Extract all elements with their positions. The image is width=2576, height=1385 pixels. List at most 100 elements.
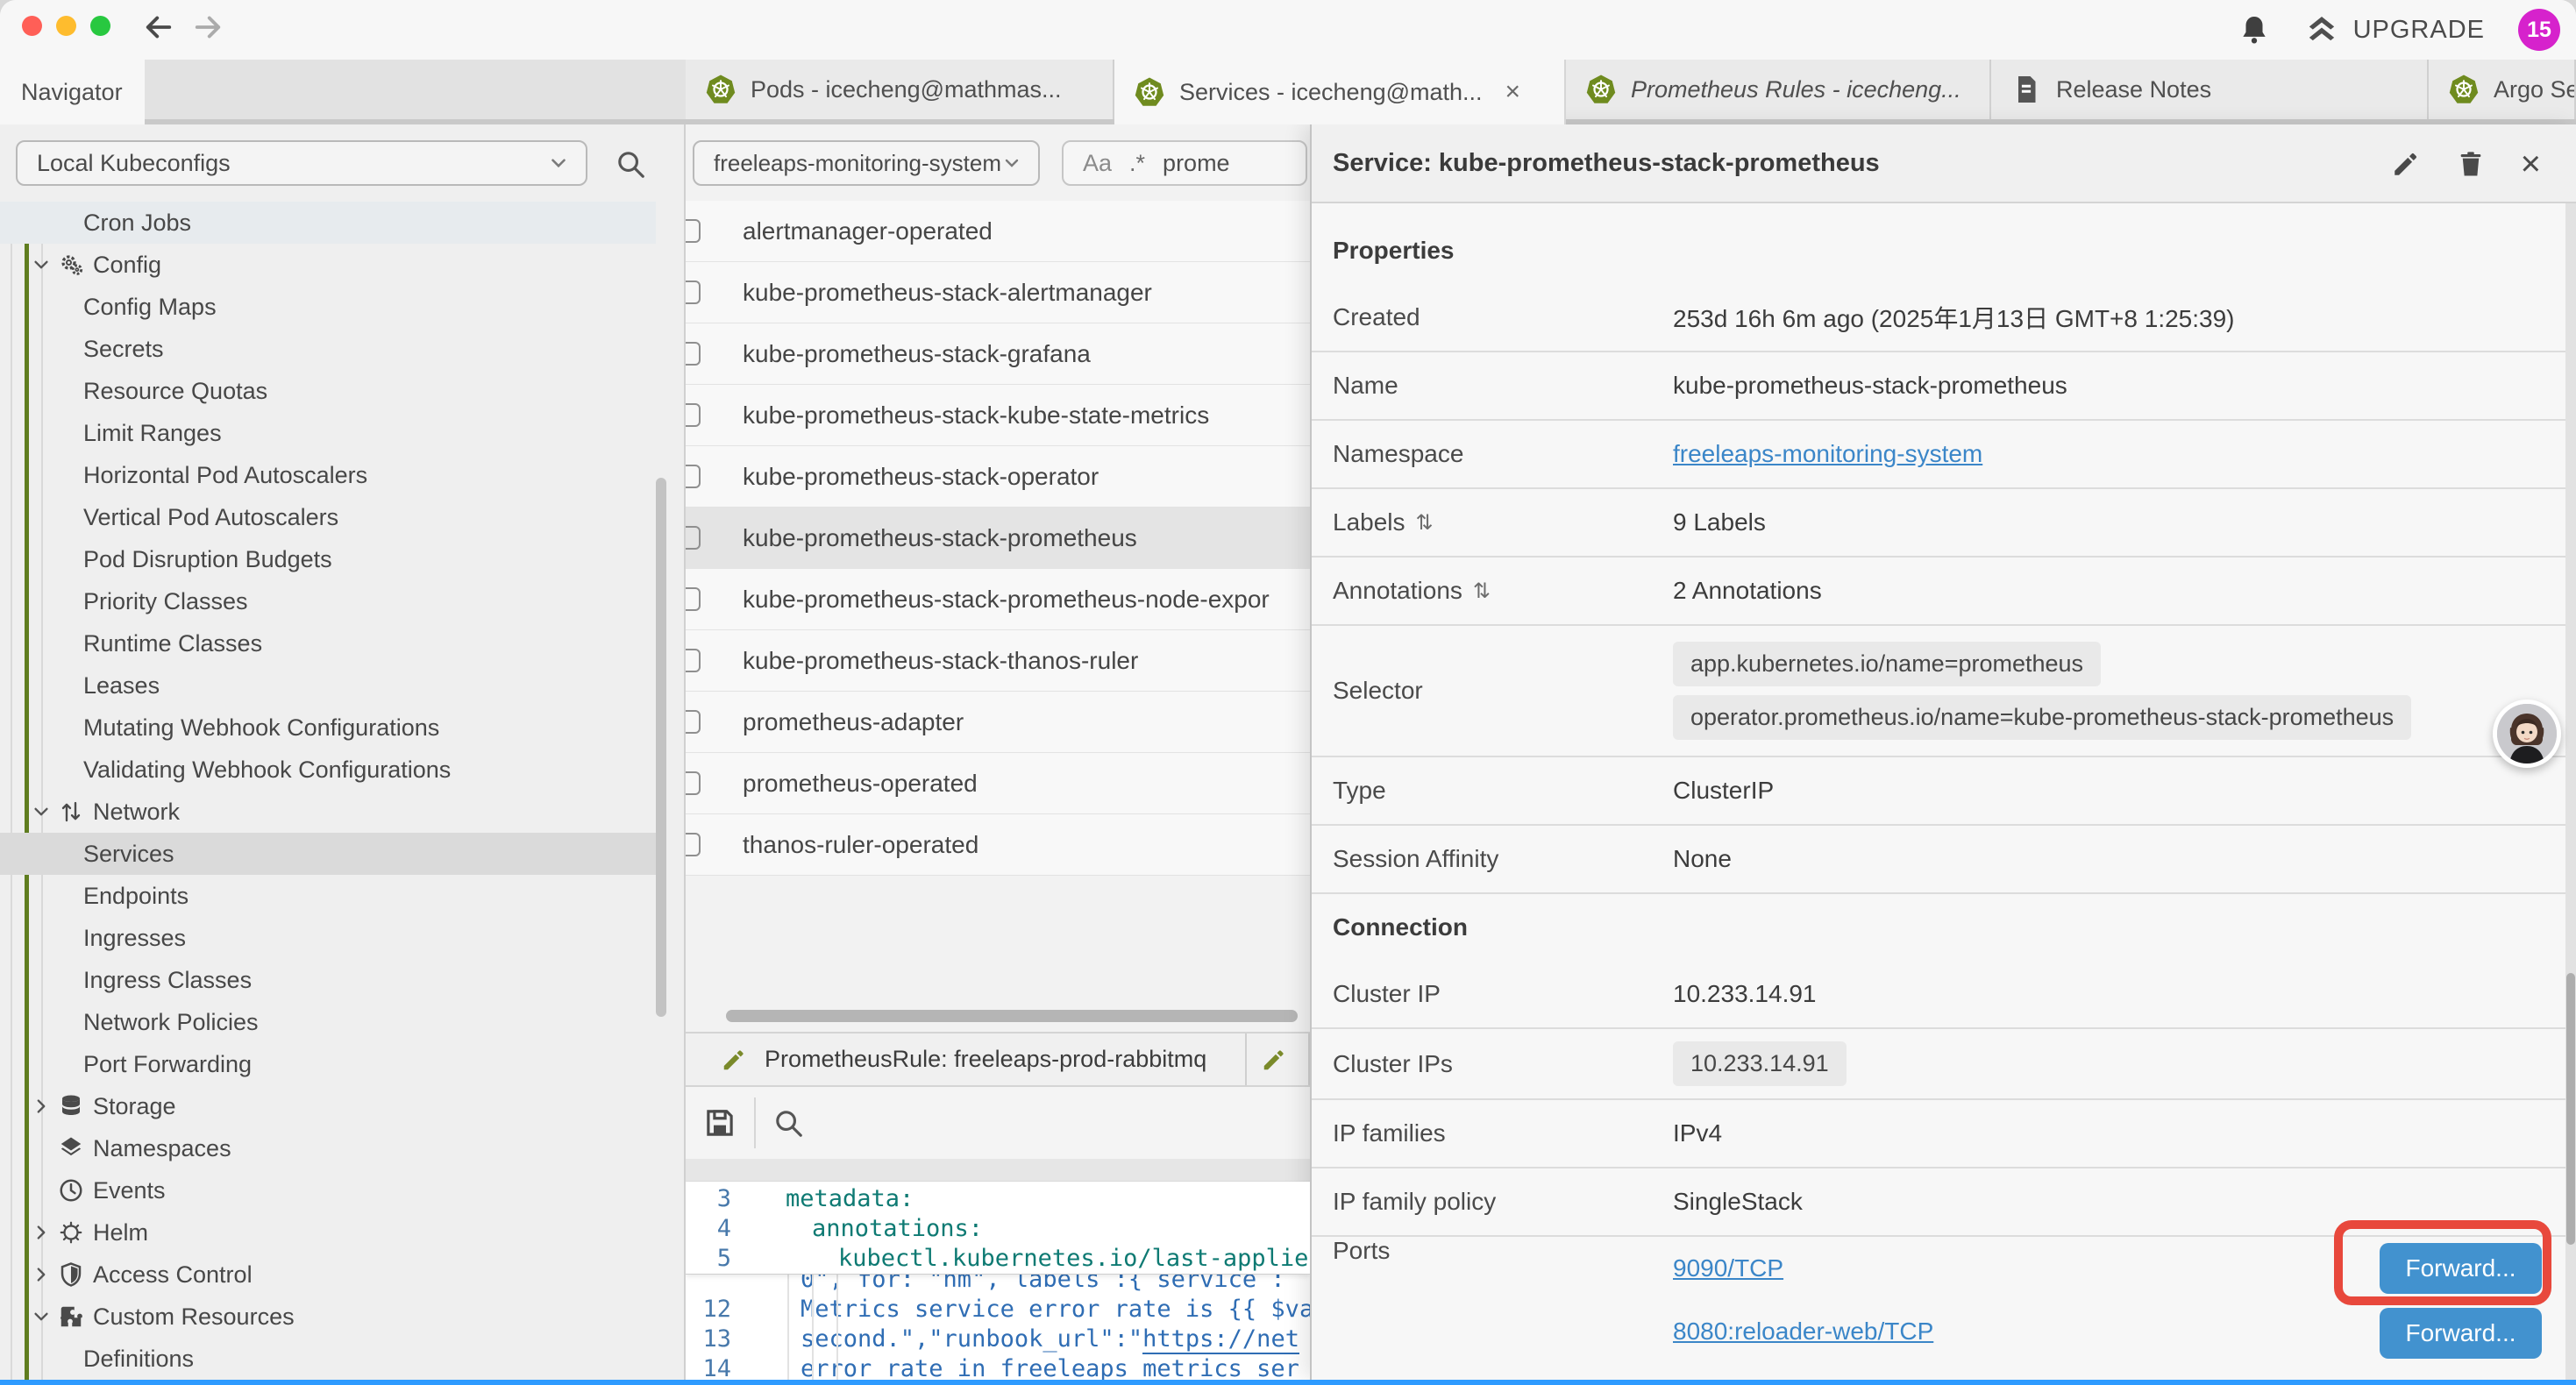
close-window-button[interactable] (22, 16, 42, 36)
table-row[interactable]: thanos-ruler-operated (686, 814, 1310, 876)
port-link[interactable]: 9090/TCP (1673, 1254, 1783, 1282)
yaml-editor[interactable]: 3metadata:4annotations:5kubectl.kubernet… (686, 1182, 1310, 1380)
tab-services-icecheng-math[interactable]: Services - icecheng@math...× (1114, 60, 1566, 124)
tab-prometheus-rules-icecheng[interactable]: Prometheus Rules - icecheng... (1566, 60, 1991, 119)
sidebar-item-ingress-classes[interactable]: Ingress Classes (0, 959, 656, 1001)
sort-toggle-icon[interactable]: ⇅ (1416, 510, 1434, 536)
horizontal-scrollbar[interactable] (726, 1010, 1298, 1022)
forward-arrow-icon[interactable] (189, 9, 226, 46)
search-icon[interactable] (614, 147, 647, 181)
table-search-input[interactable]: Aa .* prome (1062, 140, 1307, 186)
sidebar-item-ingresses[interactable]: Ingresses (0, 917, 656, 959)
table-row[interactable]: kube-prometheus-stack-operator (686, 446, 1310, 508)
match-case-toggle[interactable]: Aa (1083, 150, 1112, 177)
row-checkbox[interactable] (686, 281, 701, 304)
tab-navigator[interactable]: Navigator (0, 60, 145, 124)
sidebar-item-runtime-classes[interactable]: Runtime Classes (0, 622, 656, 664)
row-checkbox[interactable] (686, 403, 701, 427)
delete-trash-icon[interactable] (2456, 149, 2486, 179)
sidebar-item-limit-ranges[interactable]: Limit Ranges (0, 412, 656, 454)
tab-argo-se[interactable]: Argo Se (2429, 60, 2576, 119)
sort-toggle-icon[interactable]: ⇅ (1473, 579, 1491, 604)
sidebar-item-custom-resources[interactable]: Custom Resources (0, 1296, 656, 1338)
port-link[interactable]: 8080:reloader-web/TCP (1673, 1318, 1933, 1346)
table-row[interactable]: prometheus-operated (686, 753, 1310, 814)
row-checkbox[interactable] (686, 465, 701, 488)
chevron-right-icon[interactable] (32, 1265, 58, 1284)
table-row[interactable]: kube-prometheus-stack-kube-state-metrics (686, 385, 1310, 446)
sidebar-item-config[interactable]: Config (0, 244, 656, 286)
tab-label: Prometheus Rules - icecheng... (1631, 76, 1961, 103)
table-row[interactable]: kube-prometheus-stack-prometheus-node-ex… (686, 569, 1310, 630)
forward-button[interactable]: Forward... (2380, 1308, 2542, 1359)
table-row[interactable]: prometheus-adapter (686, 692, 1310, 753)
assistant-avatar[interactable] (2493, 700, 2561, 768)
forward-button[interactable]: Forward... (2380, 1243, 2542, 1294)
sidebar-item-port-forwarding[interactable]: Port Forwarding (0, 1043, 656, 1085)
sidebar-item-network-policies[interactable]: Network Policies (0, 1001, 656, 1043)
chevron-right-icon[interactable] (32, 1223, 58, 1242)
row-checkbox[interactable] (686, 771, 701, 795)
namespace-filter-dropdown[interactable]: freeleaps-monitoring-system (693, 140, 1040, 186)
bell-icon[interactable] (2238, 13, 2271, 46)
back-arrow-icon[interactable] (140, 9, 177, 46)
edit-pencil-icon[interactable] (2391, 149, 2421, 179)
kubeconfig-selector[interactable]: Local Kubeconfigs (16, 140, 587, 186)
sidebar-item-resource-quotas[interactable]: Resource Quotas (0, 370, 656, 412)
row-checkbox[interactable] (686, 587, 701, 611)
sidebar-item-endpoints[interactable]: Endpoints (0, 875, 656, 917)
sidebar-item-services[interactable]: Services (0, 833, 656, 875)
sidebar-scrollbar[interactable] (656, 478, 666, 1017)
table-row[interactable]: kube-prometheus-stack-thanos-ruler (686, 630, 1310, 692)
sidebar-item-vertical-pod-autoscalers[interactable]: Vertical Pod Autoscalers (0, 496, 656, 538)
sidebar-item-cron-jobs[interactable]: Cron Jobs (0, 202, 656, 244)
editor-tab-partial[interactable] (1247, 1033, 1310, 1085)
tab-pods-icecheng-mathmas[interactable]: Pods - icecheng@mathmas... (686, 60, 1114, 119)
section-heading-properties: Properties (1312, 217, 2576, 284)
toolbar-divider (754, 1097, 756, 1148)
notification-count-badge[interactable]: 15 (2518, 9, 2560, 51)
chevron-down-icon[interactable] (32, 1307, 58, 1326)
chevron-down-icon[interactable] (32, 255, 58, 274)
sidebar-item-access-control[interactable]: Access Control (0, 1254, 656, 1296)
sidebar-item-helm[interactable]: Helm (0, 1211, 656, 1254)
sidebar-item-network[interactable]: Network (0, 791, 656, 833)
sidebar-item-mutating-webhook-configurations[interactable]: Mutating Webhook Configurations (0, 707, 656, 749)
tab-release-notes[interactable]: Release Notes (1991, 60, 2429, 119)
close-icon[interactable]: × (2521, 146, 2541, 181)
upgrade-button[interactable]: UPGRADE (2304, 12, 2485, 47)
maximize-window-button[interactable] (90, 16, 110, 36)
row-checkbox[interactable] (686, 833, 701, 856)
editor-tab-prometheusrule[interactable]: PrometheusRule: freeleaps-prod-rabbitmq (686, 1033, 1247, 1085)
chevron-right-icon[interactable] (32, 1097, 58, 1116)
row-checkbox[interactable] (686, 649, 701, 672)
table-row[interactable]: kube-prometheus-stack-grafana (686, 323, 1310, 385)
row-checkbox[interactable] (686, 342, 701, 366)
regex-toggle[interactable]: .* (1129, 150, 1145, 177)
panel-scrollbar-thumb[interactable] (2566, 973, 2575, 1245)
table-row[interactable]: kube-prometheus-stack-prometheus (686, 508, 1310, 569)
namespace-link[interactable]: freeleaps-monitoring-system (1673, 440, 1982, 468)
editor-search-icon[interactable] (772, 1106, 805, 1140)
row-checkbox[interactable] (686, 219, 701, 243)
sidebar-item-validating-webhook-configurations[interactable]: Validating Webhook Configurations (0, 749, 656, 791)
table-row[interactable]: kube-prometheus-stack-alertmanager (686, 262, 1310, 323)
sidebar-item-horizontal-pod-autoscalers[interactable]: Horizontal Pod Autoscalers (0, 454, 656, 496)
sidebar-item-namespaces[interactable]: Namespaces (0, 1127, 656, 1169)
sidebar-item-priority-classes[interactable]: Priority Classes (0, 580, 656, 622)
sidebar-item-storage[interactable]: Storage (0, 1085, 656, 1127)
sidebar-item-definitions[interactable]: Definitions (0, 1338, 656, 1380)
close-tab-icon[interactable]: × (1505, 77, 1521, 107)
save-icon[interactable] (701, 1104, 738, 1141)
sidebar-item-leases[interactable]: Leases (0, 664, 656, 707)
sidebar-item-events[interactable]: Events (0, 1169, 656, 1211)
table-row[interactable]: alertmanager-operated (686, 201, 1310, 262)
sidebar-item-label: Vertical Pod Autoscalers (83, 504, 338, 531)
sidebar-item-config-maps[interactable]: Config Maps (0, 286, 656, 328)
row-checkbox[interactable] (686, 710, 701, 734)
chevron-down-icon[interactable] (32, 802, 58, 821)
row-checkbox[interactable] (686, 526, 701, 550)
sidebar-item-secrets[interactable]: Secrets (0, 328, 656, 370)
minimize-window-button[interactable] (56, 16, 76, 36)
sidebar-item-pod-disruption-budgets[interactable]: Pod Disruption Budgets (0, 538, 656, 580)
